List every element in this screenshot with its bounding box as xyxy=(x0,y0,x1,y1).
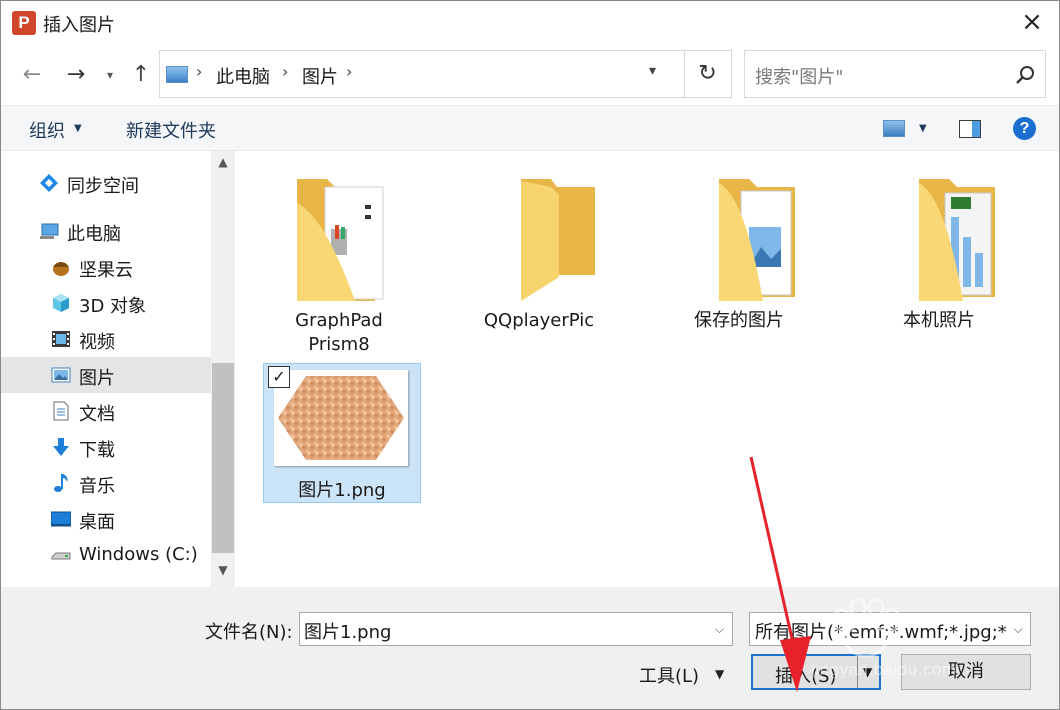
sidebar-item-downloads[interactable]: 下载 xyxy=(1,429,211,465)
sidebar-item-nutstore[interactable]: 坚果云 xyxy=(1,249,211,285)
breadcrumb-pictures[interactable]: 图片 xyxy=(302,63,338,89)
folder-label: QQplayerPic xyxy=(483,310,595,331)
view-dropdown-icon[interactable]: ▼ xyxy=(919,123,927,134)
back-arrow-icon[interactable]: ← xyxy=(19,61,45,89)
folder-with-spreadsheet-icon xyxy=(919,179,995,301)
folder-label: GraphPad xyxy=(295,310,383,331)
breadcrumb-this-pc[interactable]: 此电脑 xyxy=(216,63,270,89)
sidebar-item-label: 同步空间 xyxy=(67,176,139,197)
folder-with-pictures-icon xyxy=(719,179,795,301)
file-select-checkbox[interactable]: ✓ xyxy=(268,366,290,388)
search-icon[interactable] xyxy=(1015,65,1035,85)
sidebar-item-label: 3D 对象 xyxy=(79,296,147,317)
sidebar-item-label: 视频 xyxy=(79,332,115,353)
filename-dropdown-icon[interactable]: ⌵ xyxy=(715,622,724,637)
organize-button[interactable]: 组织 xyxy=(29,117,65,143)
sidebar-item-pictures[interactable]: 图片 xyxy=(1,357,211,393)
sidebar-item-label: 下载 xyxy=(79,440,115,461)
pictures-icon xyxy=(51,367,71,383)
folder-label: Prism8 xyxy=(308,334,370,355)
watermark-text: jingyan.baidu.com xyxy=(811,660,957,679)
sidebar-item-label: 此电脑 xyxy=(67,224,121,245)
file-item-selected[interactable]: ✓ 图片1.png xyxy=(263,363,421,503)
sidebar-item-label: 音乐 xyxy=(79,476,115,497)
up-arrow-icon[interactable]: ↑ xyxy=(129,61,153,89)
sidebar-item-3d-objects[interactable]: 3D 对象 xyxy=(1,285,211,321)
breadcrumb-chevron-icon[interactable]: › xyxy=(282,62,288,81)
filename-value[interactable]: 图片1.png xyxy=(304,618,391,644)
sidebar-scrollbar[interactable]: ▲ ▼ xyxy=(211,151,235,587)
filename-input[interactable]: 图片1.png ⌵ xyxy=(299,612,733,646)
hexagon-texture-thumbnail xyxy=(278,376,404,460)
search-box[interactable]: 搜索"图片" xyxy=(744,50,1046,98)
sidebar-item-videos[interactable]: 视频 xyxy=(1,321,211,357)
sidebar-item-label: 图片 xyxy=(79,368,115,389)
refresh-button[interactable]: ↻ xyxy=(684,50,732,98)
breadcrumb-chevron-icon[interactable]: › xyxy=(196,62,202,81)
sidebar-item-sync-space[interactable]: 同步空间 xyxy=(1,165,211,201)
sidebar-item-drive-c[interactable]: Windows (C:) xyxy=(1,537,211,573)
change-view-icon[interactable] xyxy=(883,120,905,137)
address-history-chevron-icon[interactable]: ▾ xyxy=(649,63,656,79)
tools-dropdown-icon[interactable]: ▼ xyxy=(715,667,724,681)
sidebar-item-label: 坚果云 xyxy=(79,260,133,281)
filename-label: 文件名(N): xyxy=(205,622,293,643)
scrollbar-thumb[interactable] xyxy=(212,363,234,553)
preview-pane-icon[interactable] xyxy=(959,120,981,138)
pictures-location-icon xyxy=(166,66,188,83)
close-button[interactable]: × xyxy=(1017,7,1047,37)
organize-dropdown-icon[interactable]: ▼ xyxy=(74,123,82,134)
folder-icon xyxy=(521,179,595,301)
folder-label: 保存的图片 xyxy=(694,310,784,331)
desktop-icon xyxy=(51,511,71,527)
tools-button[interactable]: 工具(L) xyxy=(639,662,699,688)
paw-print-icon xyxy=(832,597,902,658)
help-icon[interactable]: ? xyxy=(1013,117,1036,140)
music-icon xyxy=(54,474,68,492)
navigation-pane: 同步空间 此电脑 坚果云 3D 对象 视频 图片 文档 下载 音乐 桌面 Win… xyxy=(1,151,236,587)
folder-label: 本机照片 xyxy=(903,310,975,331)
breadcrumb-chevron-icon[interactable]: › xyxy=(346,62,352,81)
sidebar-item-label: Windows (C:) xyxy=(79,544,198,565)
sidebar-item-documents[interactable]: 文档 xyxy=(1,393,211,429)
drive-icon xyxy=(51,552,71,560)
image-thumbnail xyxy=(274,370,408,466)
command-toolbar: 组织 ▼ 新建文件夹 ▼ ? xyxy=(1,105,1059,151)
videos-icon xyxy=(52,331,70,347)
folder-with-documents-icon xyxy=(297,179,384,301)
powerpoint-icon: P xyxy=(12,11,36,35)
sidebar-item-this-pc[interactable]: 此电脑 xyxy=(1,213,211,249)
nutstore-icon xyxy=(53,262,69,276)
watermark-logo: jingyan.baidu.com xyxy=(806,597,1016,698)
title-bar: P 插入图片 × xyxy=(1,1,1059,45)
file-list: GraphPad Prism8 QQplayerPic 保存的图片 本机照片 ✓… xyxy=(237,151,1059,587)
sidebar-item-desktop[interactable]: 桌面 xyxy=(1,501,211,537)
sidebar-item-music[interactable]: 音乐 xyxy=(1,465,211,501)
dialog-title: 插入图片 xyxy=(43,15,115,36)
downloads-icon xyxy=(53,438,69,456)
new-folder-button[interactable]: 新建文件夹 xyxy=(126,117,216,143)
documents-icon xyxy=(53,401,69,421)
file-label: 图片1.png xyxy=(298,480,386,501)
sync-space-icon xyxy=(40,174,58,192)
scroll-down-arrow-icon[interactable]: ▼ xyxy=(211,563,235,583)
3d-objects-icon xyxy=(53,294,69,312)
recent-locations-chevron-icon[interactable]: ▾ xyxy=(101,61,119,89)
scroll-up-arrow-icon[interactable]: ▲ xyxy=(211,155,235,175)
address-bar[interactable]: › 此电脑 › 图片 › xyxy=(159,50,685,98)
forward-arrow-icon[interactable]: → xyxy=(61,61,91,89)
sidebar-item-label: 文档 xyxy=(79,404,115,425)
this-pc-icon xyxy=(40,223,59,239)
sidebar-item-label: 桌面 xyxy=(79,512,115,533)
search-placeholder: 搜索"图片" xyxy=(755,67,844,88)
